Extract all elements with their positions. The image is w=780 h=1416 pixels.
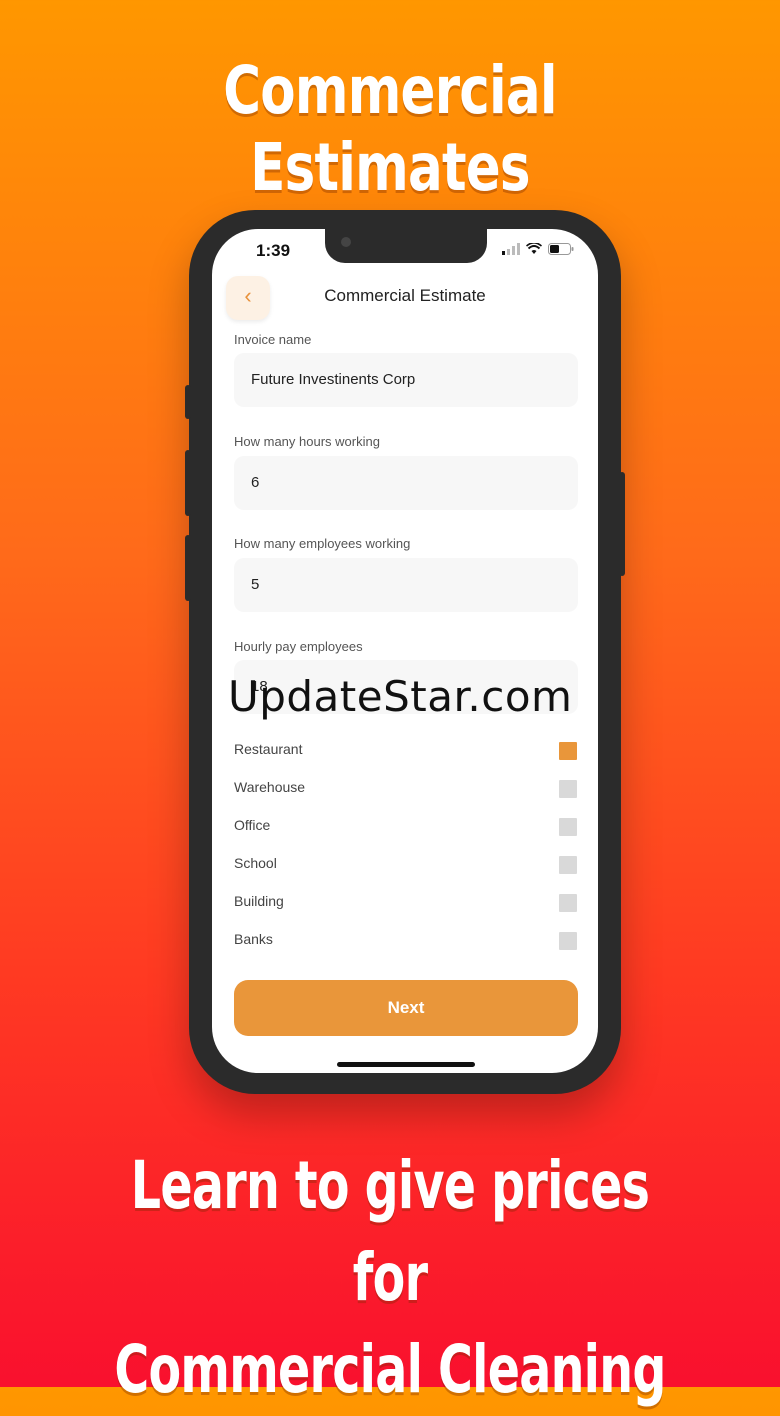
power-button (619, 472, 625, 576)
page-title: Commercial Estimate (324, 286, 486, 305)
promo-tagline-line1: Learn to give prices for (130, 1147, 650, 1316)
hours-input[interactable]: 6 (234, 456, 578, 510)
app-screen: 1:39 ‹ Commercial Estimate Invoice name … (212, 229, 598, 1073)
status-time: 1:39 (256, 241, 291, 260)
option-label: Restaurant (234, 741, 303, 757)
option-label: Office (234, 817, 271, 833)
wifi-icon (526, 243, 542, 254)
hours-label: How many hours working (234, 434, 380, 449)
battery-icon (548, 243, 574, 255)
option-label: Building (234, 893, 284, 909)
next-button[interactable]: Next (234, 980, 578, 1036)
phone-frame: 1:39 ‹ Commercial Estimate Invoice name … (185, 210, 625, 1094)
notch (325, 229, 487, 263)
option-checkbox[interactable] (559, 856, 577, 874)
option-label: School (234, 855, 277, 871)
promo-tagline-line2: Commercial Cleaning (114, 1331, 666, 1408)
promo-headline: Commercial Estimates (223, 52, 557, 206)
signal-icon (502, 243, 520, 255)
invoice-name-input[interactable]: Future Investinents Corp (234, 353, 578, 407)
option-checkbox[interactable] (559, 818, 577, 836)
option-checkbox[interactable] (559, 780, 577, 798)
camera-icon (341, 237, 351, 247)
option-checkbox[interactable] (559, 932, 577, 950)
hourly-pay-label: Hourly pay employees (234, 639, 363, 654)
option-label: Warehouse (234, 779, 306, 795)
mute-switch (185, 385, 191, 419)
employees-label: How many employees working (234, 536, 411, 551)
home-indicator (337, 1062, 475, 1067)
invoice-name-label: Invoice name (234, 332, 312, 347)
volume-down-button (185, 535, 191, 601)
option-label: Banks (234, 931, 273, 947)
employees-input[interactable]: 5 (234, 558, 578, 612)
option-checkbox[interactable] (559, 894, 577, 912)
status-icons (502, 243, 574, 255)
volume-up-button (185, 450, 191, 516)
promo-tagline: Learn to give prices for Commercial Clea… (109, 1140, 671, 1416)
option-checkbox[interactable] (559, 742, 577, 760)
watermark: UpdateStar.com (228, 672, 573, 721)
